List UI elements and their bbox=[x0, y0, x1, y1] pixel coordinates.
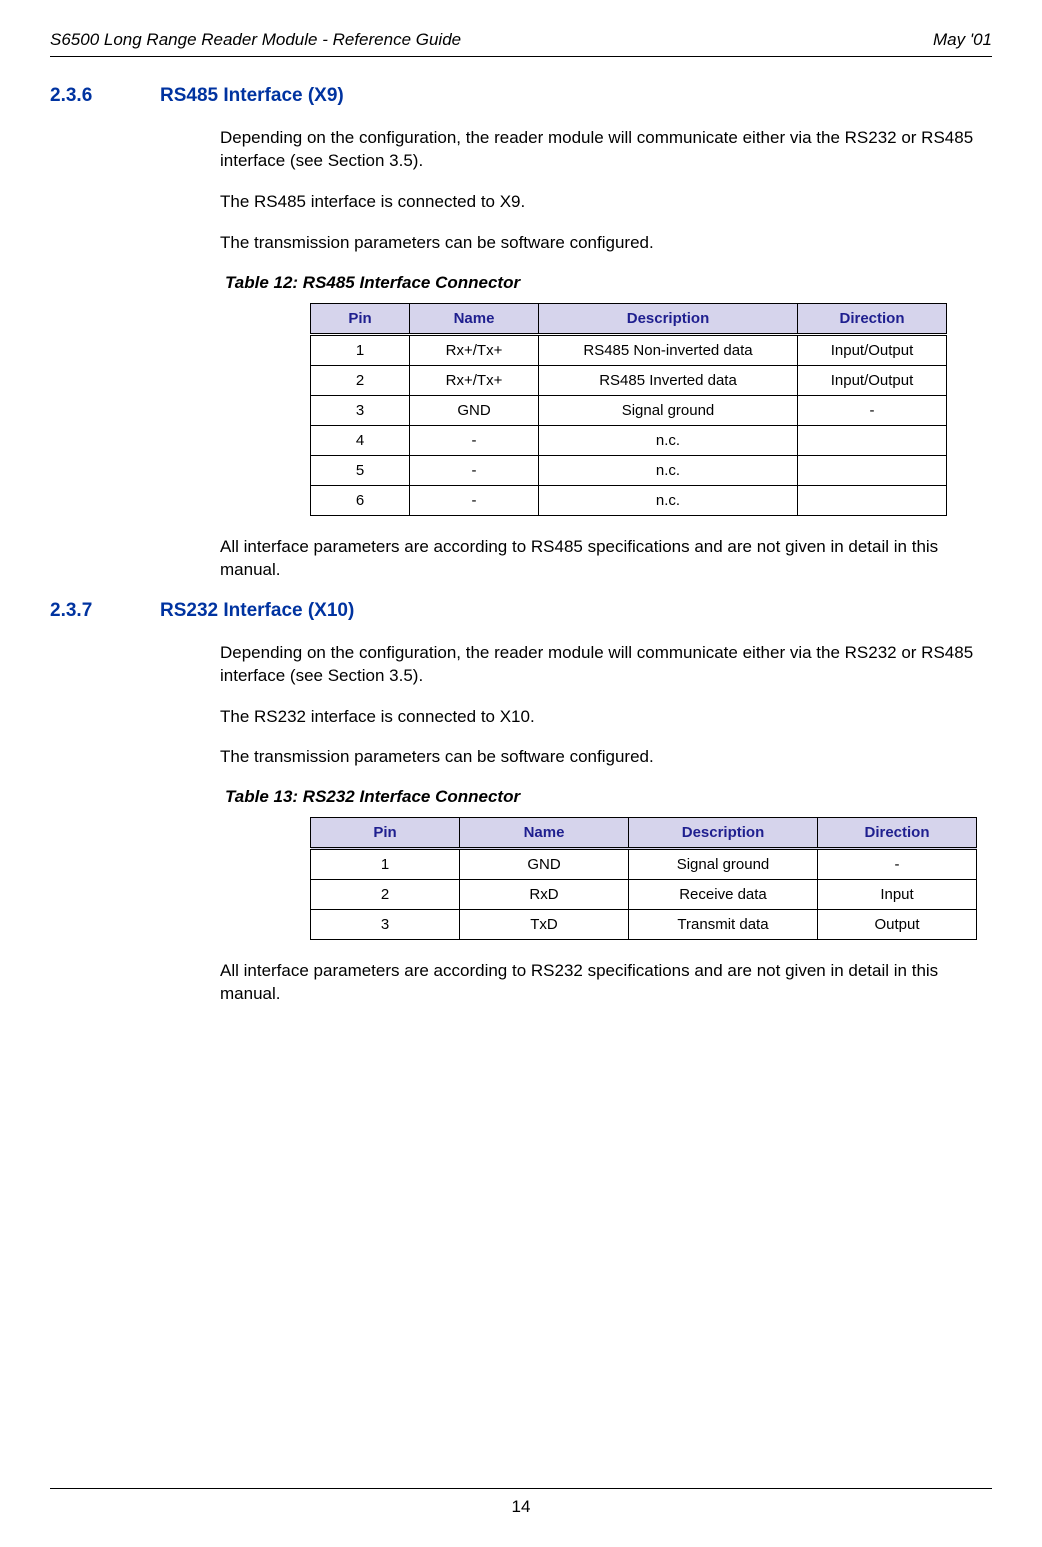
paragraph: The transmission parameters can be softw… bbox=[220, 746, 982, 769]
cell-pin: 3 bbox=[311, 395, 410, 425]
page-number: 14 bbox=[512, 1497, 531, 1516]
cell-dir: Input/Output bbox=[798, 334, 947, 365]
cell-dir bbox=[798, 485, 947, 515]
cell-dir bbox=[798, 455, 947, 485]
cell-dir bbox=[798, 425, 947, 455]
table-caption-13: Table 13: RS232 Interface Connector bbox=[225, 787, 992, 807]
section-heading-237: 2.3.7 RS232 Interface (X10) bbox=[50, 600, 992, 622]
cell-pin: 1 bbox=[311, 334, 410, 365]
cell-desc: n.c. bbox=[539, 455, 798, 485]
cell-desc: n.c. bbox=[539, 485, 798, 515]
table-rs232-connector: Pin Name Description Direction 1 GND Sig… bbox=[310, 817, 977, 940]
col-pin: Pin bbox=[311, 818, 460, 849]
cell-desc: Signal ground bbox=[629, 849, 818, 880]
cell-name: Rx+/Tx+ bbox=[410, 334, 539, 365]
table-row: 6 - n.c. bbox=[311, 485, 947, 515]
table-caption-12: Table 12: RS485 Interface Connector bbox=[225, 273, 992, 293]
page-footer: 14 bbox=[0, 1488, 1042, 1517]
cell-name: GND bbox=[410, 395, 539, 425]
cell-desc: Signal ground bbox=[539, 395, 798, 425]
cell-name: - bbox=[410, 425, 539, 455]
table-row: 2 RxD Receive data Input bbox=[311, 880, 977, 910]
col-description: Description bbox=[539, 303, 798, 334]
table-rs485-connector: Pin Name Description Direction 1 Rx+/Tx+… bbox=[310, 303, 947, 516]
cell-name: RxD bbox=[460, 880, 629, 910]
table-row: 3 GND Signal ground - bbox=[311, 395, 947, 425]
cell-name: Rx+/Tx+ bbox=[410, 365, 539, 395]
cell-dir: Output bbox=[818, 910, 977, 940]
section-number: 2.3.6 bbox=[50, 85, 160, 107]
col-name: Name bbox=[460, 818, 629, 849]
cell-name: - bbox=[410, 455, 539, 485]
paragraph: The transmission parameters can be softw… bbox=[220, 232, 982, 255]
cell-desc: Transmit data bbox=[629, 910, 818, 940]
paragraph: Depending on the configuration, the read… bbox=[220, 642, 982, 688]
cell-dir: - bbox=[798, 395, 947, 425]
section-number: 2.3.7 bbox=[50, 600, 160, 622]
cell-dir: Input/Output bbox=[798, 365, 947, 395]
cell-desc: RS485 Non-inverted data bbox=[539, 334, 798, 365]
col-description: Description bbox=[629, 818, 818, 849]
table-row: 1 Rx+/Tx+ RS485 Non-inverted data Input/… bbox=[311, 334, 947, 365]
cell-pin: 2 bbox=[311, 880, 460, 910]
cell-pin: 2 bbox=[311, 365, 410, 395]
cell-desc: Receive data bbox=[629, 880, 818, 910]
section-heading-236: 2.3.6 RS485 Interface (X9) bbox=[50, 85, 992, 107]
cell-pin: 4 bbox=[311, 425, 410, 455]
table-row: 2 Rx+/Tx+ RS485 Inverted data Input/Outp… bbox=[311, 365, 947, 395]
paragraph: Depending on the configuration, the read… bbox=[220, 127, 982, 173]
cell-dir: Input bbox=[818, 880, 977, 910]
table-row: 4 - n.c. bbox=[311, 425, 947, 455]
cell-pin: 5 bbox=[311, 455, 410, 485]
table-row: 1 GND Signal ground - bbox=[311, 849, 977, 880]
cell-desc: n.c. bbox=[539, 425, 798, 455]
page-header: S6500 Long Range Reader Module - Referen… bbox=[50, 30, 992, 57]
paragraph: All interface parameters are according t… bbox=[220, 536, 982, 582]
header-left: S6500 Long Range Reader Module - Referen… bbox=[50, 30, 461, 50]
table-row: 3 TxD Transmit data Output bbox=[311, 910, 977, 940]
table-header-row: Pin Name Description Direction bbox=[311, 303, 947, 334]
paragraph: The RS232 interface is connected to X10. bbox=[220, 706, 982, 729]
cell-desc: RS485 Inverted data bbox=[539, 365, 798, 395]
cell-pin: 6 bbox=[311, 485, 410, 515]
table-header-row: Pin Name Description Direction bbox=[311, 818, 977, 849]
cell-name: - bbox=[410, 485, 539, 515]
paragraph: The RS485 interface is connected to X9. bbox=[220, 191, 982, 214]
col-pin: Pin bbox=[311, 303, 410, 334]
cell-pin: 1 bbox=[311, 849, 460, 880]
cell-name: TxD bbox=[460, 910, 629, 940]
section-title: RS485 Interface (X9) bbox=[160, 85, 344, 107]
paragraph: All interface parameters are according t… bbox=[220, 960, 982, 1006]
header-right: May '01 bbox=[933, 30, 992, 50]
cell-name: GND bbox=[460, 849, 629, 880]
cell-pin: 3 bbox=[311, 910, 460, 940]
col-name: Name bbox=[410, 303, 539, 334]
section-title: RS232 Interface (X10) bbox=[160, 600, 354, 622]
table-row: 5 - n.c. bbox=[311, 455, 947, 485]
cell-dir: - bbox=[818, 849, 977, 880]
col-direction: Direction bbox=[818, 818, 977, 849]
col-direction: Direction bbox=[798, 303, 947, 334]
